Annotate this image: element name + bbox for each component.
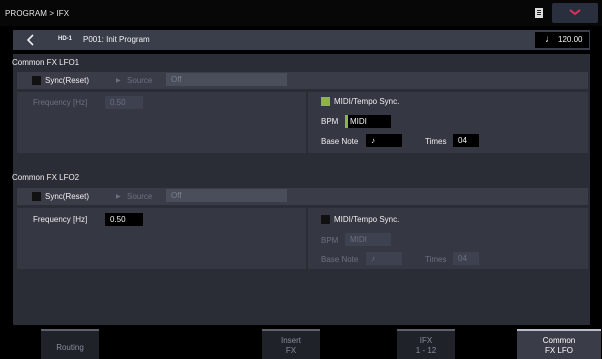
lfo1-times-label: Times	[425, 137, 447, 146]
lfo2-times-value: 04	[458, 254, 467, 263]
program-name[interactable]: P001: Init Program	[83, 35, 150, 44]
tab-label: Routing	[56, 343, 84, 352]
lfo1-base-note-field[interactable]: ♪	[366, 134, 402, 147]
lfo2-base-note-field[interactable]: ♪	[366, 252, 402, 265]
lfo1-midi-sync-checkbox[interactable]	[321, 97, 330, 106]
tab-label: IFX	[419, 336, 433, 345]
lfo2-frequency-label: Frequency [Hz]	[33, 215, 88, 224]
tab-accent	[397, 329, 455, 331]
triangle-right-icon: ▶	[116, 78, 121, 84]
lfo1-sync-label: Sync(Reset)	[45, 76, 90, 85]
document-icon[interactable]	[535, 8, 543, 18]
lfo1-sync-row	[17, 72, 588, 89]
lfo2-frequency-field[interactable]: 0.50	[105, 213, 143, 226]
lfo2-source-value: Off	[171, 191, 182, 200]
tab-common-fx-lfo[interactable]: Common FX LFO	[517, 329, 601, 359]
tab-insert-fx[interactable]: Insert FX	[262, 329, 320, 359]
bpm-accent	[345, 115, 348, 128]
menu-button[interactable]	[552, 3, 598, 23]
lfo1-source-field[interactable]: Off	[166, 73, 287, 86]
lfo2-times-field[interactable]: 04	[453, 252, 479, 265]
bank-label: HD-1	[58, 36, 73, 42]
lfo2-title: Common FX LFO2	[12, 173, 80, 182]
lfo1-sync-checkbox[interactable]	[32, 76, 41, 85]
tab-label-line2: 1 - 12	[415, 346, 437, 355]
lfo2-base-note-label: Base Note	[321, 255, 359, 264]
tab-label-line2: FX	[285, 346, 297, 355]
quarter-note-icon: ♩	[545, 34, 555, 45]
lfo1-midi-sync-label: MIDI/Tempo Sync.	[334, 97, 400, 106]
triangle-right-icon: ▶	[116, 194, 121, 200]
lfo2-source-field[interactable]: Off	[166, 189, 287, 202]
lfo2-bpm-label: BPM	[321, 236, 339, 245]
lfo2-bpm-field[interactable]: MIDI	[345, 233, 391, 246]
tab-label: Insert	[280, 336, 301, 345]
tab-ifx-1-12[interactable]: IFX 1 - 12	[397, 329, 455, 359]
chevron-down-icon	[569, 9, 581, 16]
lfo1-bpm-value: MIDI	[350, 117, 367, 126]
lfo1-title: Common FX LFO1	[12, 58, 80, 67]
tab-routing[interactable]: Routing	[41, 329, 99, 359]
lfo2-sync-row	[17, 188, 588, 205]
lfo1-bpm-field[interactable]: MIDI	[345, 115, 391, 128]
lfo1-frequency-field[interactable]: 0.50	[105, 96, 143, 109]
lfo2-bpm-value: MIDI	[350, 235, 367, 244]
chevron-left-icon[interactable]	[27, 34, 35, 46]
tab-accent	[41, 329, 99, 331]
lfo2-midi-sync-checkbox[interactable]	[321, 215, 330, 224]
lfo1-times-value: 04	[458, 136, 467, 145]
tab-label: Common	[542, 336, 576, 345]
tab-accent	[517, 329, 601, 331]
tab-bar: Routing Insert FX IFX 1 - 12 Common FX L…	[0, 325, 602, 359]
lfo1-frequency-value: 0.50	[110, 98, 126, 107]
tab-accent	[262, 329, 320, 331]
program-bar: HD-1 P001: Init Program ♩ 120.00	[13, 30, 590, 50]
lfo2-frequency-value: 0.50	[110, 215, 126, 224]
lfo2-sync-label: Sync(Reset)	[45, 192, 90, 201]
lfo2-source-label: Source	[127, 192, 153, 201]
lfo1-times-field[interactable]: 04	[453, 134, 479, 147]
lfo1-frequency-label: Frequency [Hz]	[33, 98, 88, 107]
lfo1-source-label: Source	[127, 76, 153, 85]
eighth-note-icon: ♪	[371, 136, 375, 145]
eighth-note-icon: ♪	[371, 254, 375, 263]
tempo-field[interactable]: ♩ 120.00	[535, 32, 589, 48]
lfo2-midi-sync-label: MIDI/Tempo Sync.	[334, 215, 400, 224]
tempo-value: 120.00	[558, 35, 583, 44]
top-bar: PROGRAM > IFX	[0, 0, 602, 26]
lfo1-base-note-label: Base Note	[321, 137, 359, 146]
tab-label-line2: FX LFO	[544, 346, 573, 355]
lfo1-bpm-label: BPM	[321, 117, 339, 126]
lfo2-times-label: Times	[425, 255, 447, 264]
lfo1-source-value: Off	[171, 75, 182, 84]
breadcrumb: PROGRAM > IFX	[5, 9, 70, 18]
lfo2-sync-checkbox[interactable]	[32, 192, 41, 201]
